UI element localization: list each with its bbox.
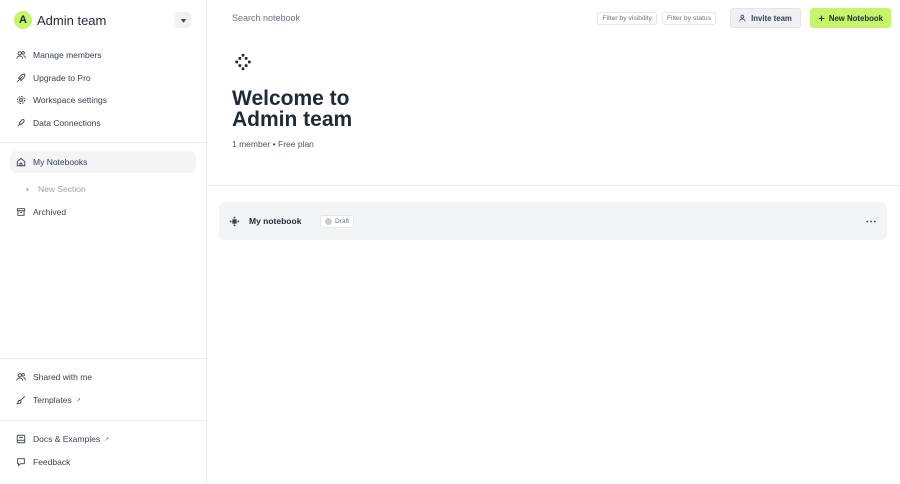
- workspace-nav: Manage members Upgrade to Pro Workspace …: [0, 44, 206, 134]
- sidebar-item-docs-examples[interactable]: Docs & Examples ↗: [10, 428, 196, 450]
- sidebar-item-label: Upgrade to Pro: [33, 72, 91, 83]
- sidebar-item-new-section[interactable]: New Section: [10, 178, 196, 200]
- sidebar-divider: [0, 358, 206, 359]
- sidebar-item-label: Docs & Examples: [33, 434, 101, 444]
- notebook-row[interactable]: My notebook Draft: [219, 202, 887, 240]
- sidebar-item-my-notebooks[interactable]: My Notebooks: [10, 151, 196, 174]
- sidebar-divider: [0, 142, 206, 144]
- sidebar-item-label: Archived: [33, 207, 67, 218]
- book-icon: [16, 434, 26, 444]
- search-input[interactable]: Search notebook: [232, 13, 597, 23]
- user-add-icon: [739, 14, 747, 22]
- sidebar-item-label: Manage members: [33, 50, 102, 60]
- sidebar-item-label: Feedback: [33, 457, 71, 467]
- sidebar-item-archived[interactable]: Archived: [10, 201, 196, 223]
- plug-icon: [16, 118, 26, 128]
- sidebar-item-upgrade[interactable]: Upgrade to Pro: [10, 67, 196, 89]
- workspace-menu-toggle[interactable]: [175, 12, 191, 28]
- home-icon: [16, 157, 26, 167]
- sidebar-item-label: Shared with me: [33, 372, 93, 382]
- help-nav: Docs & Examples ↗ Feedback: [0, 428, 206, 473]
- more-options-icon[interactable]: [864, 214, 878, 228]
- archive-icon: [16, 207, 26, 217]
- external-link-icon: ↗: [75, 397, 81, 404]
- filter-status-dropdown[interactable]: Filter by status: [661, 11, 717, 25]
- sidebar-item-label: New Section: [38, 184, 86, 195]
- notebooks-nav: My Notebooks New Section Archived: [0, 151, 206, 223]
- invite-team-button[interactable]: Invite team: [730, 8, 801, 28]
- sidebar-item-label: Data Connections: [33, 117, 101, 128]
- notebook-title[interactable]: My notebook: [249, 216, 319, 226]
- external-link-icon: ↗: [104, 436, 110, 443]
- page-title: Welcome to Admin team: [232, 87, 353, 131]
- member-count: 1 member: [232, 139, 271, 149]
- status-dot-icon: [325, 217, 332, 225]
- sidebar-item-feedback[interactable]: Feedback: [10, 451, 196, 473]
- new-notebook-button[interactable]: New Notebook: [809, 8, 891, 28]
- meta-separator: •: [272, 139, 276, 149]
- sidebar-item-workspace-settings[interactable]: Workspace settings: [10, 89, 196, 111]
- sidebar-item-manage-members[interactable]: Manage members: [10, 44, 196, 66]
- new-notebook-label: New Notebook: [828, 13, 883, 23]
- workspace-logo-icon: [235, 53, 251, 71]
- notebook-icon: [228, 215, 240, 227]
- users-icon: [16, 372, 26, 382]
- shared-nav: Shared with me Templates ↗: [0, 366, 206, 411]
- plus-icon: [818, 15, 825, 22]
- invite-team-label: Invite team: [751, 13, 792, 23]
- brush-icon: [16, 395, 26, 405]
- app-root: A Admin team Manage members Upgrade to P…: [0, 0, 900, 484]
- sidebar-item-label: My Notebooks: [33, 157, 88, 168]
- sidebar-item-templates[interactable]: Templates ↗: [10, 389, 196, 411]
- status-label: Draft: [335, 217, 350, 225]
- top-bar: Search notebook Filter by visibility Fil…: [207, 0, 900, 36]
- sidebar-item-shared-with-me[interactable]: Shared with me: [10, 366, 196, 388]
- users-icon: [16, 50, 26, 60]
- plan-label: Free plan: [278, 139, 314, 149]
- workspace-meta: 1 member • Free plan: [232, 139, 900, 149]
- sidebar-item-label: Templates: [33, 395, 72, 405]
- workspace-avatar: A: [14, 11, 32, 29]
- sidebar-item-data-connections[interactable]: Data Connections: [10, 112, 196, 134]
- caret-down-icon: [180, 18, 186, 23]
- sidebar-item-label: Workspace settings: [33, 95, 108, 106]
- chat-bubble-icon: [16, 457, 26, 467]
- rocket-icon: [16, 73, 26, 83]
- gear-icon: [16, 95, 26, 105]
- workspace-name: Admin team: [37, 12, 107, 28]
- sidebar-divider: [0, 420, 206, 421]
- sidebar: A Admin team Manage members Upgrade to P…: [0, 0, 207, 484]
- welcome-hero: Welcome to Admin team 1 member • Free pl…: [207, 36, 900, 186]
- chevron-right-icon: [24, 184, 30, 194]
- workspace-switcher[interactable]: A Admin team: [0, 1, 206, 39]
- filter-visibility-dropdown[interactable]: Filter by visibility: [597, 11, 657, 25]
- main-content: Search notebook Filter by visibility Fil…: [207, 0, 900, 484]
- status-badge: Draft: [320, 214, 355, 228]
